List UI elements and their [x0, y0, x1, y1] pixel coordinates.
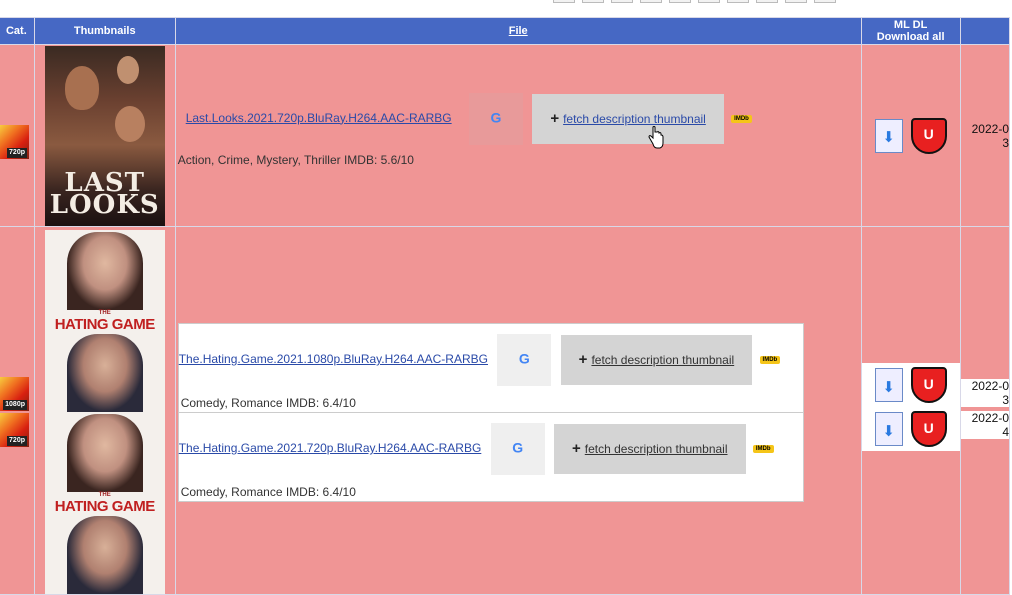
subrow: The.Hating.Game.2021.720p.BluRay.H264.AA…	[179, 413, 803, 501]
page-button[interactable]	[669, 0, 691, 3]
poster-title: LAST LOOKS	[49, 167, 160, 220]
fetch-description-link[interactable]: fetch description thumbnail	[563, 112, 706, 126]
magnet-icon[interactable]: U	[910, 117, 947, 154]
page-button[interactable]	[553, 0, 575, 3]
imdb-icon[interactable]: IMDb	[752, 445, 774, 453]
table-header-row: Cat. Thumbnails File ML DL Download all	[0, 17, 1011, 45]
page-button[interactable]	[727, 0, 749, 3]
genre-text: Comedy, Romance IMDB: 6.4/10	[180, 396, 356, 410]
magnet-icon[interactable]: U	[910, 367, 947, 403]
google-icon: G	[518, 350, 530, 367]
poster-thumbnail[interactable]: THE HATING GAME	[44, 230, 165, 412]
google-search-button[interactable]: G	[468, 92, 523, 145]
download-cell: ⬇ U	[860, 44, 961, 227]
genre-text: Comedy, Romance IMDB: 6.4/10	[180, 485, 356, 499]
header-file: File	[174, 17, 862, 45]
category-1080p-icon[interactable]: 1080p	[0, 377, 29, 411]
google-search-button[interactable]: G	[490, 423, 545, 475]
date-cell: 2022-0 3 2022-0 4	[959, 226, 1011, 595]
google-search-button[interactable]: G	[497, 334, 552, 386]
date-added: 2022-0 3	[971, 121, 1009, 150]
imdb-icon[interactable]: IMDb	[759, 356, 781, 364]
file-cell: Last.Looks.2021.720p.BluRay.H264.AAC-RAR…	[174, 44, 862, 227]
page-button[interactable]	[611, 0, 633, 3]
category-label: 720p	[7, 436, 27, 446]
plus-icon: +	[578, 351, 588, 368]
sort-by-file-link[interactable]: File	[509, 25, 528, 37]
table-row: 720p LAST LOOKS Last.Looks.2021.720p.Blu…	[0, 44, 1011, 227]
fetch-description-link[interactable]: fetch description thumbnail	[585, 442, 728, 456]
torrent-table: Cat. Thumbnails File ML DL Download all 7…	[0, 17, 1011, 595]
imdb-icon[interactable]: IMDb	[731, 114, 752, 123]
table-row: 1080p 720p THE HATING GAME THE HATING GA…	[0, 226, 1011, 595]
category-cell: 1080p 720p	[0, 226, 35, 595]
header-mldl-line2: Download all	[876, 31, 945, 43]
header-mldl[interactable]: ML DL Download all	[860, 17, 961, 45]
hand-cursor-icon	[648, 126, 664, 149]
fetch-description-button[interactable]: + fetch description thumbnail	[532, 93, 724, 144]
google-icon: G	[490, 108, 502, 125]
category-label: 720p	[7, 147, 27, 158]
page-button[interactable]	[582, 0, 604, 3]
plus-icon: +	[550, 109, 560, 127]
page-button[interactable]	[814, 0, 836, 3]
header-date	[959, 17, 1011, 45]
google-icon: G	[512, 439, 524, 456]
fetch-description-button[interactable]: + fetch description thumbnail	[560, 335, 753, 385]
fetch-description-link[interactable]: fetch description thumbnail	[591, 353, 734, 367]
thumbnail-cell: THE HATING GAME THE HATING GAME	[33, 226, 176, 595]
download-cell: ⬇ U ⬇ U	[860, 226, 961, 595]
magnet-icon[interactable]: U	[910, 411, 947, 447]
poster-thumbnail[interactable]: LAST LOOKS	[44, 45, 165, 226]
download-torrent-icon[interactable]: ⬇	[874, 118, 903, 153]
poster-thumbnail[interactable]: THE HATING GAME	[44, 412, 165, 594]
date-added: 2022-0 3	[960, 379, 1009, 407]
pagination-strip	[553, 0, 836, 3]
download-torrent-icon[interactable]: ⬇	[874, 368, 903, 402]
date-added: 2022-0 4	[960, 411, 1009, 439]
plus-icon: +	[572, 440, 581, 457]
page-button[interactable]	[756, 0, 778, 3]
thumbnail-cell: LAST LOOKS	[33, 44, 176, 227]
date-cell: 2022-0 3	[959, 44, 1011, 227]
file-link[interactable]: The.Hating.Game.2021.1080p.BluRay.H264.A…	[179, 352, 488, 366]
file-cell: The.Hating.Game.2021.1080p.BluRay.H264.A…	[174, 226, 862, 595]
page-button[interactable]	[640, 0, 662, 3]
file-link[interactable]: Last.Looks.2021.720p.BluRay.H264.AAC-RAR…	[186, 111, 452, 125]
page-button[interactable]	[785, 0, 807, 3]
download-torrent-icon[interactable]: ⬇	[874, 412, 903, 446]
category-cell: 720p	[0, 44, 35, 227]
header-cat[interactable]: Cat.	[0, 17, 35, 45]
category-label: 1080p	[3, 400, 27, 410]
subrow: The.Hating.Game.2021.1080p.BluRay.H264.A…	[178, 324, 803, 413]
page-button[interactable]	[698, 0, 720, 3]
file-link[interactable]: The.Hating.Game.2021.720p.BluRay.H264.AA…	[179, 441, 482, 455]
header-thumbnails: Thumbnails	[33, 17, 176, 45]
category-720p-icon[interactable]: 720p	[0, 124, 29, 159]
genre-text: Action, Crime, Mystery, Thriller IMDB: 5…	[177, 152, 414, 167]
subtable: The.Hating.Game.2021.1080p.BluRay.H264.A…	[177, 323, 804, 502]
fetch-description-button[interactable]: + fetch description thumbnail	[554, 424, 746, 474]
category-720p-icon[interactable]: 720p	[0, 413, 29, 447]
header-mldl-line1: ML DL	[893, 19, 928, 31]
